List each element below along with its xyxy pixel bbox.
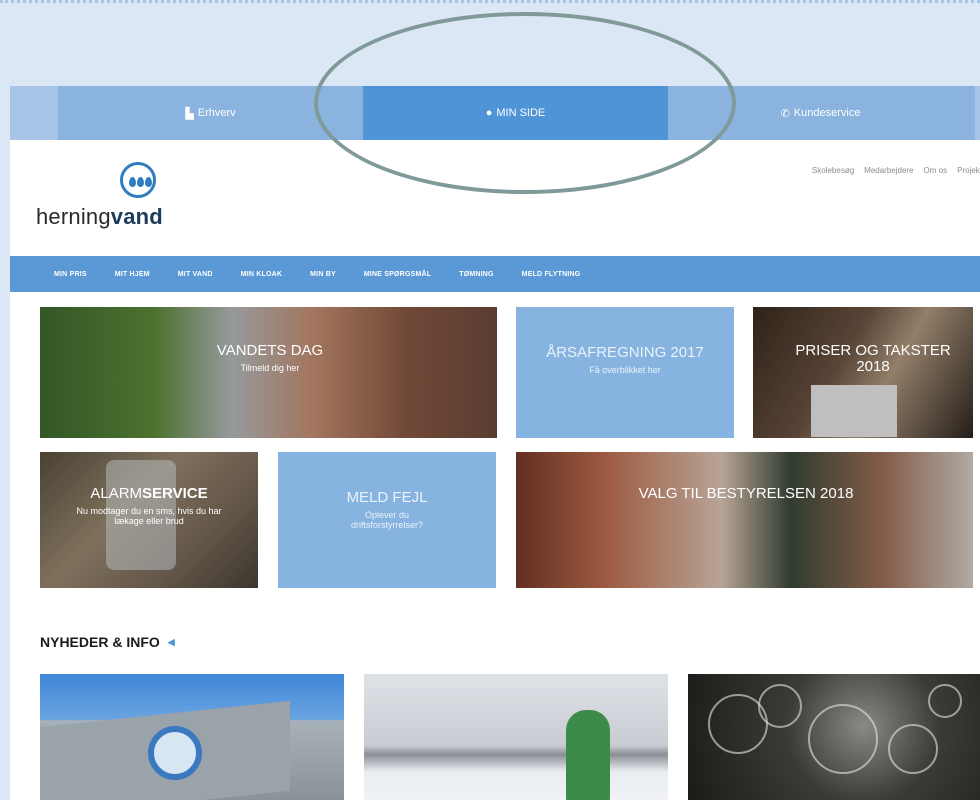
util-link-projekt[interactable]: Projekt <box>957 166 980 175</box>
tile-title: VANDETS DAG <box>216 342 324 359</box>
news-card[interactable] <box>40 674 344 800</box>
kundeservice-link[interactable]: ✆ Kundeservice <box>668 86 973 140</box>
site-header: herningvand Skolebesøg Medarbejdere Om o… <box>10 140 980 256</box>
user-icon: ● <box>485 107 493 119</box>
nav-meld-flytning[interactable]: MELD FLYTNING <box>522 271 581 278</box>
chevron-left-icon[interactable]: ◀ <box>168 637 175 648</box>
tile-title: MELD FEJL <box>346 489 428 506</box>
tile-subtitle: Tilmeld dig her <box>240 363 300 373</box>
news-section-heading: NYHEDER & INFO ◀ <box>40 634 175 650</box>
tile-subtitle: Oplever du driftsforstyrrelser? <box>350 510 423 530</box>
main-navigation: MIN PRIS MIT HJEM MIT VAND MIN KLOAK MIN… <box>10 256 980 292</box>
tile-alarmservice[interactable]: ALARMSERVICE Nu modtager du en sms, hvis… <box>40 452 258 588</box>
nav-mit-hjem[interactable]: MIT HJEM <box>115 271 150 278</box>
tile-title: PRISER OG TAKSTER 2018 <box>795 342 951 375</box>
nav-min-kloak[interactable]: MIN KLOAK <box>241 271 282 278</box>
min-side-link[interactable]: ● MIN SIDE <box>363 86 668 140</box>
tile-title: ALARMSERVICE <box>90 485 208 502</box>
tile-vandets-dag[interactable]: VANDETS DAG Tilmeld dig her <box>40 307 497 438</box>
logo-sign-photo <box>148 726 202 780</box>
dotted-border <box>0 0 980 4</box>
kundeservice-label: Kundeservice <box>793 107 861 119</box>
nav-tomning[interactable]: TØMNING <box>459 271 493 278</box>
tile-priser-og-takster[interactable]: PRISER OG TAKSTER 2018 <box>753 307 973 438</box>
min-side-label: MIN SIDE <box>496 107 546 119</box>
tile-subtitle: Få overblikket her <box>589 365 661 375</box>
child-photo <box>566 710 610 800</box>
top-utility-bar: ▙ Erhverv ● MIN SIDE ✆ Kundeservice <box>10 86 980 140</box>
news-card[interactable] <box>688 674 980 800</box>
tile-subtitle: Nu modtager du en sms, hvis du har lækag… <box>76 506 222 526</box>
utility-links: Skolebesøg Medarbejdere Om os Projekt <box>812 166 980 175</box>
phone-icon: ✆ <box>780 107 790 120</box>
herning-vand-logo[interactable]: herningvand <box>36 162 186 232</box>
building-icon: ▙ <box>185 107 194 120</box>
erhverv-label: Erhverv <box>197 107 236 119</box>
website-frame: ▙ Erhverv ● MIN SIDE ✆ Kundeservice hern… <box>10 86 980 800</box>
erhverv-link[interactable]: ▙ Erhverv <box>58 86 363 140</box>
logo-text: herningvand <box>36 204 163 229</box>
news-card[interactable] <box>364 674 668 800</box>
tile-valg-til-bestyrelsen[interactable]: VALG TIL BESTYRELSEN 2018 <box>516 452 973 588</box>
tile-meld-fejl[interactable]: MELD FEJL Oplever du driftsforstyrrelser… <box>278 452 496 588</box>
tile-aarsafregning[interactable]: ÅRSAFREGNING 2017 Få overblikket her <box>516 307 734 438</box>
nav-min-by[interactable]: MIN BY <box>310 271 336 278</box>
water-drop-logo-icon <box>120 162 156 198</box>
util-link-medarbejdere[interactable]: Medarbejdere <box>864 166 913 175</box>
util-link-skolebesog[interactable]: Skolebesøg <box>812 166 854 175</box>
tile-title: ÅRSAFREGNING 2017 <box>546 344 704 361</box>
util-link-om-os[interactable]: Om os <box>924 166 948 175</box>
nav-min-pris[interactable]: MIN PRIS <box>54 271 87 278</box>
tile-title: VALG TIL BESTYRELSEN 2018 <box>638 485 854 502</box>
nav-mine-sporgsmal[interactable]: MINE SPØRGSMÅL <box>364 271 431 278</box>
nav-mit-vand[interactable]: MIT VAND <box>178 271 213 278</box>
